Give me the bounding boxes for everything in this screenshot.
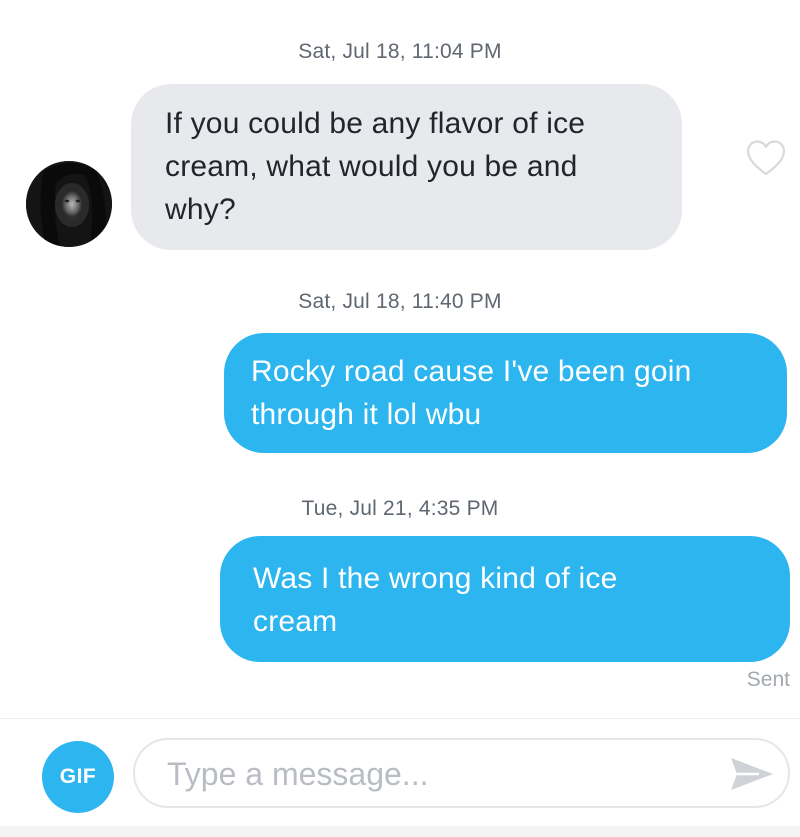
message-line: cream bbox=[253, 605, 338, 638]
message-line: If you could be any flavor of ice bbox=[165, 107, 586, 140]
message-timestamp: Sat, Jul 18, 11:04 PM bbox=[298, 40, 502, 63]
message-timestamp: Sat, Jul 18, 11:40 PM bbox=[298, 290, 502, 313]
outgoing-message-bubble[interactable]: Was I the wrong kind of ice cream bbox=[220, 536, 790, 662]
incoming-message-bubble[interactable]: If you could be any flavor of ice cream,… bbox=[131, 84, 682, 250]
gif-button-label: GIF bbox=[59, 765, 97, 788]
message-line: Rocky road cause I've been goin bbox=[251, 355, 692, 388]
message-line: Was I the wrong kind of ice bbox=[253, 562, 618, 595]
message-composer bbox=[133, 738, 790, 808]
heart-outline-icon[interactable] bbox=[745, 138, 787, 178]
message-line: why? bbox=[165, 193, 236, 226]
composer-divider bbox=[0, 718, 800, 719]
message-input[interactable] bbox=[167, 750, 707, 798]
gif-button[interactable]: GIF bbox=[42, 741, 114, 813]
send-arrow-icon[interactable] bbox=[729, 754, 775, 794]
message-line: cream, what would you be and bbox=[165, 150, 578, 183]
message-timestamp: Tue, Jul 21, 4:35 PM bbox=[301, 497, 499, 520]
avatar[interactable] bbox=[26, 161, 112, 247]
outgoing-message-bubble[interactable]: Rocky road cause I've been goin through … bbox=[224, 333, 787, 453]
bottom-edge bbox=[0, 826, 800, 837]
profile-photo bbox=[26, 161, 112, 247]
sent-status: Sent bbox=[746, 668, 790, 691]
message-line: through it lol wbu bbox=[251, 398, 482, 431]
chat-screen: Sat, Jul 18, 11:04 PM If you could be an… bbox=[0, 0, 800, 837]
